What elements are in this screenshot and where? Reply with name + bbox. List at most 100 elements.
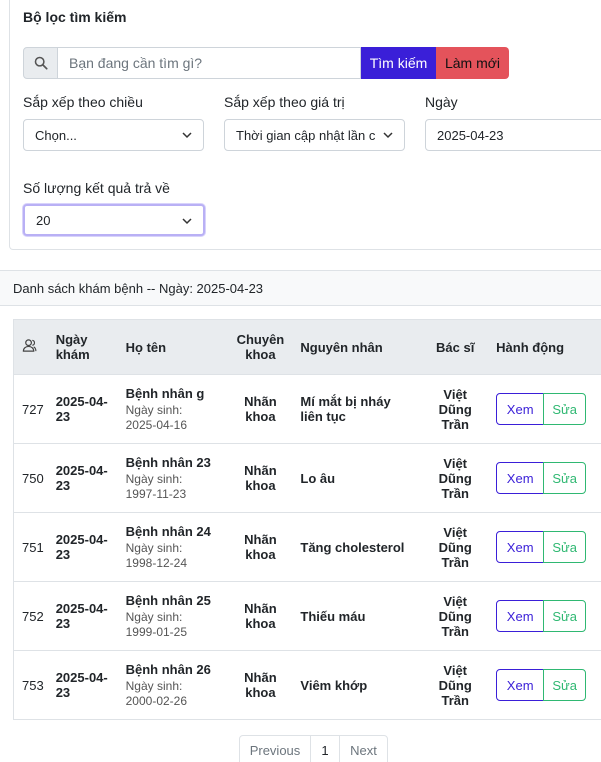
appointment-table-wrap: Ngày khám Họ tên Chuyên khoa Nguyên nhân… (12, 319, 601, 720)
row-date: 2025-04-23 (49, 374, 120, 444)
appointment-table: Ngày khám Họ tên Chuyên khoa Nguyên nhân… (12, 319, 601, 720)
pagination-previous[interactable]: Previous (239, 735, 311, 762)
search-icon[interactable] (23, 47, 58, 79)
row-actions: Xem Sửa (490, 443, 601, 513)
row-specialty: Nhãn khoa (226, 581, 295, 651)
pagination: Previous 1 Next (239, 735, 388, 762)
edit-button[interactable]: Sửa (543, 669, 587, 701)
list-header: Danh sách khám bệnh -- Ngày: 2025-04-23 (0, 270, 601, 306)
column-header-icon (12, 319, 50, 375)
pagination-next[interactable]: Next (339, 735, 388, 762)
view-button[interactable]: Xem (496, 462, 545, 494)
table-row: 751 2025-04-23 Bệnh nhân 24 Ngày sinh: 1… (12, 512, 601, 582)
column-header-doctor: Bác sĩ (420, 319, 491, 375)
row-doctor: Việt Dũng Trần (420, 581, 491, 651)
row-reason: Mí mắt bị nháy liên tục (294, 374, 421, 444)
patient-dob: 1999-01-25 (125, 625, 188, 639)
row-doctor: Việt Dũng Trần (420, 650, 491, 720)
edit-button[interactable]: Sửa (543, 393, 587, 425)
sort-direction-select[interactable]: Chọn... (23, 119, 204, 151)
patient-name: Bệnh nhân 25 (125, 593, 211, 608)
result-count-label: Số lượng kết quả trả về (23, 180, 170, 196)
view-button[interactable]: Xem (496, 669, 545, 701)
row-actions: Xem Sửa (490, 512, 601, 582)
chevron-down-icon (383, 132, 393, 139)
row-actions: Xem Sửa (490, 374, 601, 444)
patient-dob-label: Ngày sinh: (125, 403, 183, 417)
table-row: 727 2025-04-23 Bệnh nhân g Ngày sinh: 20… (12, 374, 601, 444)
row-reason: Thiếu máu (294, 581, 421, 651)
row-date: 2025-04-23 (49, 443, 120, 513)
column-header-date: Ngày khám (49, 319, 120, 375)
row-id: 727 (12, 374, 50, 444)
patient-name: Bệnh nhân g (125, 386, 205, 401)
patient-dob: 1998-12-24 (125, 556, 188, 570)
row-specialty: Nhãn khoa (226, 650, 295, 720)
edit-button[interactable]: Sửa (543, 531, 587, 563)
patient-dob-label: Ngày sinh: (125, 541, 183, 555)
chevron-down-icon (182, 132, 192, 139)
column-header-specialty: Chuyên khoa (226, 319, 295, 375)
sort-direction-label: Sắp xếp theo chiều (23, 94, 143, 110)
table-row: 750 2025-04-23 Bệnh nhân 23 Ngày sinh: 1… (12, 443, 601, 513)
row-id: 752 (12, 581, 50, 651)
view-button[interactable]: Xem (496, 393, 545, 425)
patient-dob-label: Ngày sinh: (125, 610, 183, 624)
row-patient: Bệnh nhân 26 Ngày sinh: 2000-02-26 (119, 650, 227, 720)
patient-dob: 2000-02-26 (125, 694, 188, 708)
edit-button[interactable]: Sửa (543, 600, 587, 632)
edit-button[interactable]: Sửa (543, 462, 587, 494)
date-value: 2025-04-23 (437, 127, 504, 143)
row-doctor: Việt Dũng Trần (420, 374, 491, 444)
row-reason: Tăng cholesterol (294, 512, 421, 582)
table-row: 753 2025-04-23 Bệnh nhân 26 Ngày sinh: 2… (12, 650, 601, 720)
row-id: 750 (12, 443, 50, 513)
date-input[interactable]: 2025-04-23 (425, 119, 601, 151)
sort-direction-value: Chọn... (35, 127, 77, 143)
row-reason: Viêm khớp (294, 650, 421, 720)
row-date: 2025-04-23 (49, 512, 120, 582)
pagination-page-1[interactable]: 1 (310, 735, 340, 762)
view-button[interactable]: Xem (496, 600, 545, 632)
column-header-name: Họ tên (119, 319, 227, 375)
reset-button[interactable]: Làm mới (436, 47, 509, 79)
patient-dob-label: Ngày sinh: (125, 472, 183, 486)
patient-dob: 2025-04-16 (125, 418, 188, 432)
search-input[interactable] (58, 47, 361, 79)
row-patient: Bệnh nhân 24 Ngày sinh: 1998-12-24 (119, 512, 227, 582)
row-id: 753 (12, 650, 50, 720)
patient-name: Bệnh nhân 26 (125, 662, 211, 677)
column-header-reason: Nguyên nhân (294, 319, 421, 375)
chevron-down-icon (182, 218, 192, 225)
row-specialty: Nhãn khoa (226, 374, 295, 444)
filter-title: Bộ lọc tìm kiếm (23, 9, 127, 25)
row-patient: Bệnh nhân g Ngày sinh: 2025-04-16 (119, 374, 227, 444)
row-specialty: Nhãn khoa (226, 443, 295, 513)
row-actions: Xem Sửa (490, 650, 601, 720)
search-filter-card: Bộ lọc tìm kiếm Tìm kiếm Làm mới Sắp xếp… (9, 0, 601, 250)
date-label: Ngày (425, 94, 458, 110)
user-icon (22, 339, 37, 352)
sort-by-select[interactable]: Thời gian cập nhật lần c (224, 119, 405, 151)
column-header-actions: Hành động (490, 319, 601, 375)
row-doctor: Việt Dũng Trần (420, 512, 491, 582)
view-button[interactable]: Xem (496, 531, 545, 563)
sort-by-label: Sắp xếp theo giá trị (224, 94, 345, 110)
result-count-value: 20 (36, 212, 51, 228)
row-date: 2025-04-23 (49, 581, 120, 651)
row-id: 751 (12, 512, 50, 582)
patient-dob: 1997-11-23 (125, 487, 187, 501)
patient-name: Bệnh nhân 24 (125, 524, 211, 539)
patient-dob-label: Ngày sinh: (125, 679, 183, 693)
search-button[interactable]: Tìm kiếm (361, 47, 436, 79)
row-patient: Bệnh nhân 23 Ngày sinh: 1997-11-23 (119, 443, 227, 513)
row-date: 2025-04-23 (49, 650, 120, 720)
result-count-select[interactable]: 20 (23, 204, 205, 236)
list-header-title: Danh sách khám bệnh -- Ngày: 2025-04-23 (13, 281, 264, 296)
patient-name: Bệnh nhân 23 (125, 455, 211, 470)
row-doctor: Việt Dũng Trần (420, 443, 491, 513)
search-group: Tìm kiếm Làm mới (23, 47, 509, 79)
sort-by-value: Thời gian cập nhật lần c (236, 127, 376, 143)
table-header-row: Ngày khám Họ tên Chuyên khoa Nguyên nhân… (12, 319, 601, 375)
row-actions: Xem Sửa (490, 581, 601, 651)
